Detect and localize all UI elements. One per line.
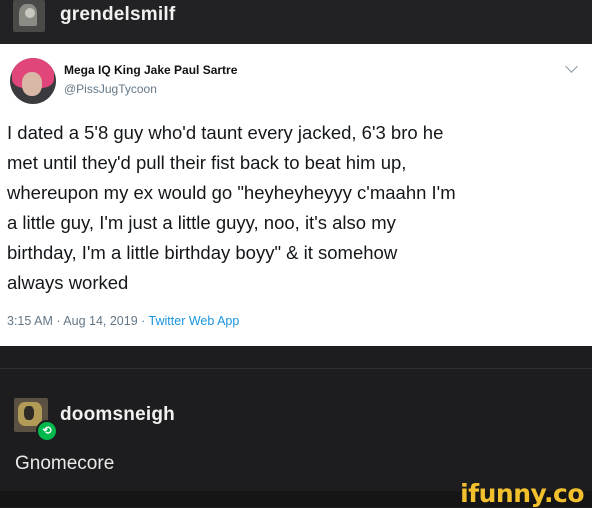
tweet-source-app[interactable]: Twitter Web App <box>149 314 240 328</box>
avatar-face <box>22 72 42 96</box>
ifunny-watermark-logo: ifunny.co <box>460 479 584 508</box>
reblog-author-name[interactable]: doomsneigh <box>60 404 175 426</box>
author-avatar[interactable] <box>13 0 45 32</box>
avatar-highlight <box>25 8 35 18</box>
tweet-display-name[interactable]: Mega IQ King Jake Paul Sartre <box>64 63 237 77</box>
tweet-handle[interactable]: @PissJugTycoon <box>64 82 157 96</box>
tweet-timestamp: 3:15 AM · Aug 14, 2019 · <box>7 314 149 328</box>
post-header: grendelsmilf <box>0 0 592 44</box>
avatar-detail <box>24 406 34 420</box>
embedded-tweet: Mega IQ King Jake Paul Sartre @PissJugTy… <box>0 44 592 346</box>
divider <box>0 368 592 369</box>
tweet-text: I dated a 5'8 guy who'd taunt every jack… <box>7 122 456 293</box>
reblog-icon: ⟲ <box>36 420 58 442</box>
tweet-avatar[interactable] <box>10 58 56 104</box>
tweet-meta: 3:15 AM · Aug 14, 2019 · Twitter Web App <box>7 314 239 328</box>
chevron-down-icon[interactable] <box>565 60 578 73</box>
post-author-name[interactable]: grendelsmilf <box>60 4 175 26</box>
reblog-comment: Gnomecore <box>15 453 115 474</box>
